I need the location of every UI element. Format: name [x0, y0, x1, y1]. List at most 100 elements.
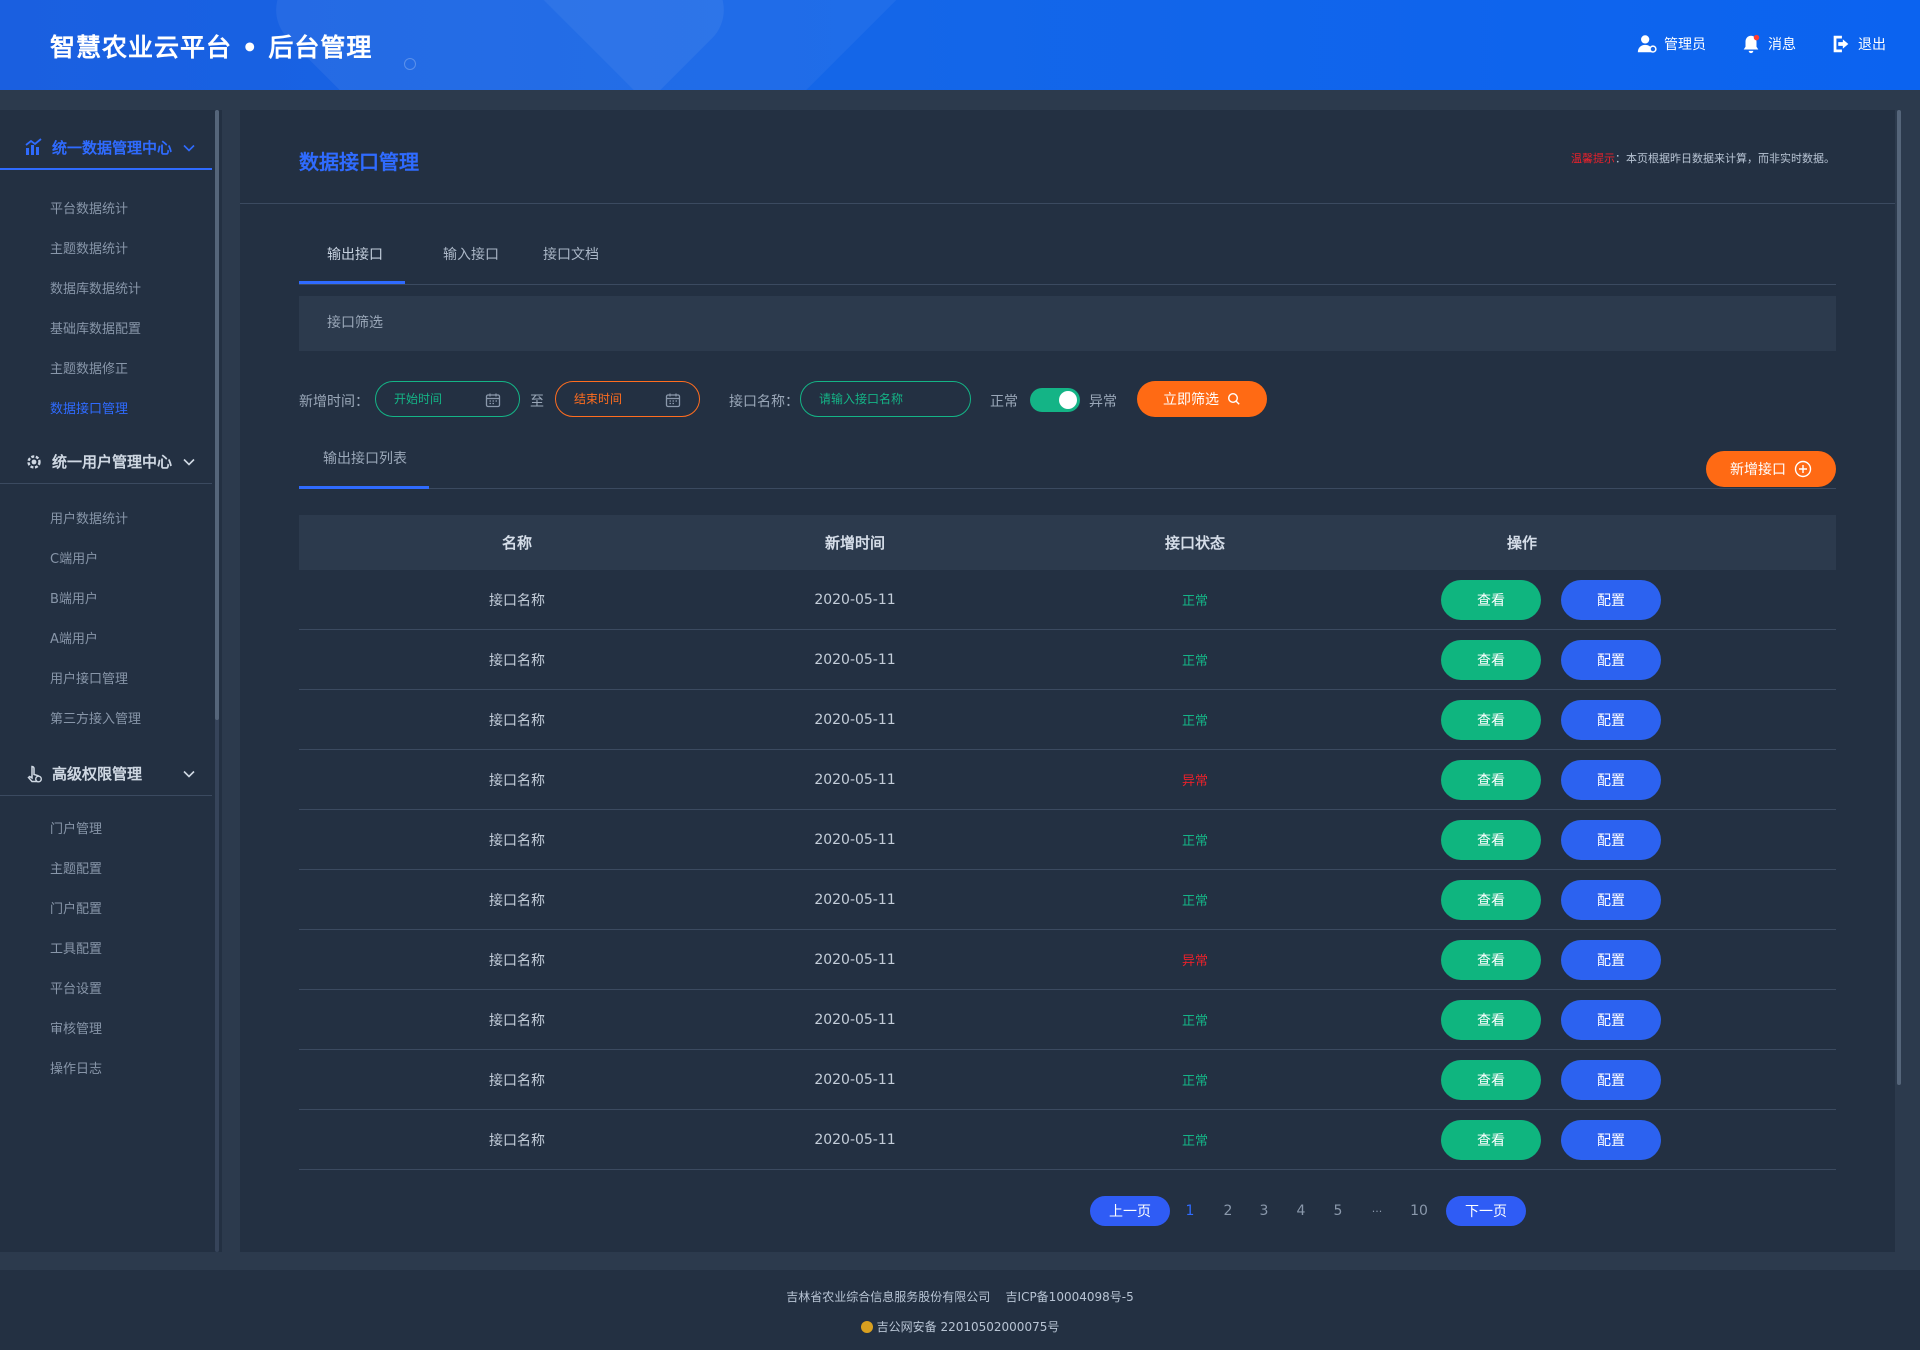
sidebar-item-a-users[interactable]: A端用户 — [50, 628, 98, 647]
cell-actions: 查看 配置 — [1415, 1059, 1836, 1100]
header-decoration — [404, 58, 416, 70]
next-page-button[interactable]: 下一页 — [1446, 1196, 1526, 1226]
footer-company-line: 吉林省农业综合信息服务股份有限公司 吉ICP备10004098号-5 — [0, 1288, 1920, 1305]
search-icon — [1227, 392, 1240, 405]
menu-group-user-center[interactable]: 统一用户管理中心 — [0, 440, 212, 484]
filter-submit-label: 立即筛选 — [1163, 392, 1219, 408]
sidebar-item-topic-stats[interactable]: 主题数据统计 — [50, 238, 128, 257]
bell-icon — [1743, 34, 1760, 54]
sidebar-item-portal-management[interactable]: 门户管理 — [50, 818, 102, 837]
sidebar-item-user-api[interactable]: 用户接口管理 — [50, 668, 128, 687]
view-button[interactable]: 查看 — [1441, 1059, 1541, 1100]
cell-name: 接口名称 — [489, 892, 545, 909]
status-badge: 异常 — [1181, 774, 1208, 789]
main-scrollbar[interactable] — [1897, 110, 1901, 1085]
config-button[interactable]: 配置 — [1561, 1059, 1661, 1100]
column-header-actions: 操作 — [1507, 534, 1538, 552]
menu-group-title: 统一数据管理中心 — [52, 138, 173, 157]
config-button[interactable]: 配置 — [1561, 999, 1661, 1040]
logout-button[interactable]: 退出 — [1830, 33, 1886, 55]
touch-icon — [27, 765, 42, 782]
view-button[interactable]: 查看 — [1441, 759, 1541, 800]
sidebar-item-review-management[interactable]: 审核管理 — [50, 1018, 102, 1037]
api-name-input[interactable]: 请输入接口名称 — [800, 381, 971, 417]
page-number[interactable]: 10 — [1398, 1203, 1440, 1219]
prev-page-button[interactable]: 上一页 — [1090, 1196, 1170, 1226]
status-badge: 正常 — [1181, 834, 1208, 849]
table-header: 名称 新增时间 接口状态 操作 — [299, 515, 1836, 570]
footer-icp[interactable]: 吉ICP备10004098号-5 — [1006, 1290, 1134, 1304]
sidebar-item-user-stats[interactable]: 用户数据统计 — [50, 508, 128, 527]
tab-api-docs[interactable]: 接口文档 — [543, 244, 599, 264]
cell-date: 2020-05-11 — [814, 1131, 896, 1148]
sidebar-item-database-stats[interactable]: 数据库数据统计 — [50, 278, 141, 297]
config-button[interactable]: 配置 — [1561, 759, 1661, 800]
tab-output-api[interactable]: 输出接口 — [327, 244, 383, 264]
cell-date: 2020-05-11 — [814, 1071, 896, 1088]
footer-company: 吉林省农业综合信息服务股份有限公司 — [786, 1290, 991, 1304]
sidebar-item-platform-settings[interactable]: 平台设置 — [50, 978, 102, 997]
page-number[interactable]: 1 — [1170, 1203, 1210, 1219]
gear-icon — [27, 454, 41, 469]
admin-button[interactable]: 管理员 — [1636, 33, 1706, 55]
end-date-input[interactable]: 结束时间 — [555, 381, 700, 417]
filter-submit-button[interactable]: 立即筛选 — [1137, 381, 1267, 417]
table-row: 接口名称 2020-05-11 异常 查看 配置 — [299, 930, 1836, 990]
cell-date: 2020-05-11 — [814, 771, 896, 788]
toggle-knob — [1059, 391, 1077, 409]
sidebar-item-topic-correction[interactable]: 主题数据修正 — [50, 358, 128, 377]
view-button[interactable]: 查看 — [1441, 699, 1541, 740]
pagination: 上一页 1 2 3 4 5 ··· 10 下一页 — [1090, 1196, 1526, 1226]
sidebar-item-tool-config[interactable]: 工具配置 — [50, 938, 102, 957]
sidebar-item-platform-stats[interactable]: 平台数据统计 — [50, 198, 128, 217]
cell-name: 接口名称 — [489, 712, 545, 729]
menu-group-permissions[interactable]: 高级权限管理 — [0, 752, 212, 796]
config-button[interactable]: 配置 — [1561, 639, 1661, 680]
page-number[interactable]: 2 — [1210, 1203, 1246, 1219]
config-button[interactable]: 配置 — [1561, 579, 1661, 620]
cell-name: 接口名称 — [489, 592, 545, 609]
view-button[interactable]: 查看 — [1441, 579, 1541, 620]
sidebar-item-portal-config[interactable]: 门户配置 — [50, 898, 102, 917]
page-number[interactable]: 3 — [1246, 1203, 1282, 1219]
view-button[interactable]: 查看 — [1441, 819, 1541, 860]
view-button[interactable]: 查看 — [1441, 999, 1541, 1040]
app-title: 智慧农业云平台 • 后台管理 — [50, 33, 373, 62]
view-button[interactable]: 查看 — [1441, 639, 1541, 680]
page-number[interactable]: 5 — [1320, 1203, 1356, 1219]
status-badge: 正常 — [1181, 594, 1208, 609]
list-title-indicator — [299, 486, 429, 489]
sidebar-item-base-config[interactable]: 基础库数据配置 — [50, 318, 141, 337]
status-toggle[interactable] — [1030, 388, 1080, 412]
config-button[interactable]: 配置 — [1561, 819, 1661, 860]
sidebar-item-b-users[interactable]: B端用户 — [50, 588, 98, 607]
add-api-button[interactable]: 新增接口 — [1706, 451, 1836, 487]
page-number[interactable]: 4 — [1282, 1203, 1320, 1219]
view-button[interactable]: 查看 — [1441, 939, 1541, 980]
view-button[interactable]: 查看 — [1441, 879, 1541, 920]
config-button[interactable]: 配置 — [1561, 939, 1661, 980]
sidebar-item-operation-log[interactable]: 操作日志 — [50, 1058, 102, 1077]
api-name-placeholder: 请输入接口名称 — [819, 392, 904, 406]
menu-group-data-center[interactable]: 统一数据管理中心 — [0, 126, 212, 170]
logout-label: 退出 — [1858, 37, 1886, 53]
status-badge: 正常 — [1181, 894, 1208, 909]
logout-icon — [1833, 35, 1849, 53]
sidebar-item-api-management[interactable]: 数据接口管理 — [50, 398, 128, 417]
tab-input-api[interactable]: 输入接口 — [443, 244, 499, 264]
sidebar-item-theme-config[interactable]: 主题配置 — [50, 858, 102, 877]
config-button[interactable]: 配置 — [1561, 1119, 1661, 1160]
sidebar-scrollbar[interactable] — [215, 110, 219, 720]
config-button[interactable]: 配置 — [1561, 879, 1661, 920]
config-button[interactable]: 配置 — [1561, 699, 1661, 740]
to-label: 至 — [530, 394, 544, 410]
footer-police[interactable]: 吉公网安备 22010502000075号 — [877, 1320, 1060, 1334]
view-button[interactable]: 查看 — [1441, 1119, 1541, 1160]
table-row: 接口名称 2020-05-11 正常 查看 配置 — [299, 630, 1836, 690]
messages-button[interactable]: 消息 — [1740, 33, 1796, 55]
sidebar-item-c-users[interactable]: C端用户 — [50, 548, 98, 567]
sidebar-item-third-party[interactable]: 第三方接入管理 — [50, 708, 141, 727]
start-date-input[interactable]: 开始时间 — [375, 381, 520, 417]
cell-name: 接口名称 — [489, 1072, 545, 1089]
cell-actions: 查看 配置 — [1415, 759, 1836, 800]
